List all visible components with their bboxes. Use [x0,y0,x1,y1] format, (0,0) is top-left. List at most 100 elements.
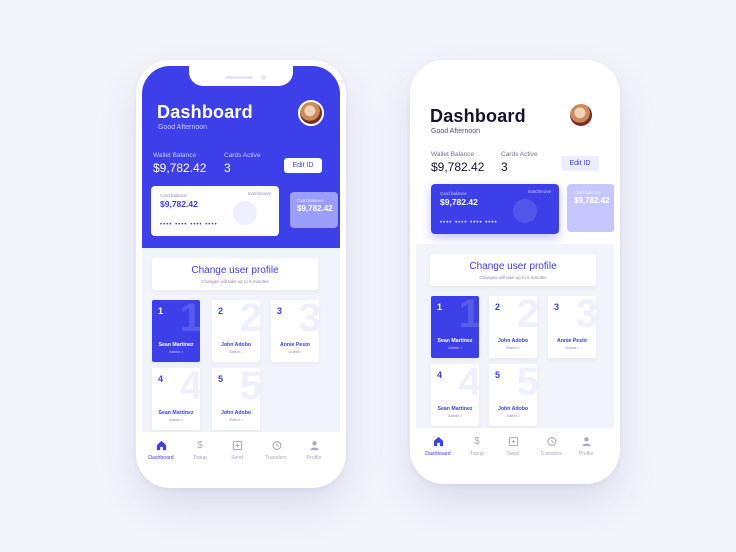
phone-white-variant: Dashboard Good Afternoon Wallet Balance … [410,60,620,484]
user-number-watermark: 1 [179,300,200,340]
card-decoration [233,201,257,225]
nav-item-topup[interactable]: $ Topup [459,436,495,457]
card-balance-label: Card balance [574,190,601,195]
user-card[interactable]: 4 4 Sean Martinez Admin • [152,368,200,430]
user-card[interactable]: 3 3 Annie Pesto Guest • [271,300,319,362]
change-profile-button[interactable]: Change user profile Changes will take up… [430,254,596,286]
bank-card-main[interactable]: Card balance $9,782.42 matchmove •••• ••… [431,184,559,234]
cards-active-value: 3 [501,160,508,174]
nav-label: Topup [469,451,485,457]
card-brand: matchmove [247,191,271,196]
user-name: Annie Pesto [557,338,587,344]
card-number-mask: •••• •••• •••• •••• [160,222,218,228]
user-role: Admin • [448,413,462,418]
user-name: John Adobo [220,410,252,416]
change-profile-subtitle: Changes will take up to 5 minutes [201,279,269,284]
wallet-balance-value: $9,782.42 [153,161,207,175]
send-icon [219,440,255,452]
page-title: Dashboard [430,106,526,126]
user-number-watermark: 5 [239,368,260,408]
user-number: 5 [218,374,224,384]
user-card[interactable]: 1 1 Sean Martinez Admin • [431,296,479,358]
card-balance-label: Card balance [160,193,187,198]
user-role: Editor • [229,349,243,354]
bank-card-next[interactable]: Card balance $9,782.42 [290,192,338,228]
change-profile-button[interactable]: Change user profile Changes will take up… [152,258,318,290]
user-role: Editor • [506,345,520,350]
user-card[interactable]: 2 2 John Adobo Editor • [489,296,537,358]
card-balance-value: $9,782.42 [440,197,478,207]
nav-label: Dashboard [148,455,174,461]
nav-item-dashboard[interactable]: Dashboard [143,440,179,461]
user-card[interactable]: 4 4 Sean Martinez Admin • [431,364,479,426]
phone-screen: Dashboard Good Afternoon Wallet Balance … [416,66,614,478]
user-number: 1 [437,302,443,312]
avatar[interactable] [298,100,324,126]
user-name: John Adobo [220,342,252,348]
nav-label: Topup [192,455,208,461]
user-card[interactable]: 3 3 Annie Pesto Guest • [548,296,596,358]
card-number-mask: •••• •••• •••• •••• [440,220,498,226]
home-icon [143,440,179,452]
card-balance-label: Card balance [297,198,324,203]
card-balance-label: Card balance [440,191,467,196]
users-section: Change user profile Changes will take up… [142,248,340,432]
user-number: 1 [158,306,164,316]
page-title: Dashboard [157,102,253,122]
edit-id-button[interactable]: Edit ID [284,158,322,173]
user-card[interactable]: 5 5 John Adobo Editor • [489,364,537,426]
nav-item-profile[interactable]: Profile [568,436,604,457]
nav-item-send[interactable]: Send [495,436,531,457]
cards-active-label: Cards Active [501,151,538,158]
bottom-nav: Dashboard $ Topup Send Transfers Profile [416,428,614,478]
nav-label: Profile [306,455,322,461]
user-name: Sean Martinez [437,338,473,344]
bank-card-main[interactable]: Card balance $9,782.42 matchmove •••• ••… [151,186,279,236]
nav-item-profile[interactable]: Profile [296,440,332,461]
user-number-watermark: 4 [179,368,200,408]
user-role: Admin • [169,349,183,354]
home-icon [420,436,456,448]
nav-label: Transfers [540,451,562,457]
nav-item-dashboard[interactable]: Dashboard [420,436,456,457]
nav-label: Send [506,451,520,457]
card-brand: matchmove [527,189,551,194]
send-icon [495,436,531,448]
user-number: 5 [495,370,501,380]
user-card[interactable]: 2 2 John Adobo Editor • [212,300,260,362]
nav-item-transfers[interactable]: Transfers [533,436,569,457]
user-number-watermark: 2 [516,296,537,336]
nav-label: Send [230,455,244,461]
user-number-watermark: 1 [458,296,479,336]
nav-label: Transfers [265,455,287,461]
nav-label: Dashboard [425,451,451,457]
change-profile-title: Change user profile [469,261,557,272]
user-number: 3 [554,302,560,312]
nav-item-topup[interactable]: $ Topup [182,440,218,461]
user-card[interactable]: 1 1 Sean Martinez Admin • [152,300,200,362]
nav-item-send[interactable]: Send [219,440,255,461]
user-number: 2 [495,302,501,312]
history-icon [533,436,569,448]
avatar[interactable] [568,102,594,128]
wallet-balance-label: Wallet Balance [431,151,475,158]
user-number: 2 [218,306,224,316]
user-icon [296,440,332,452]
cards-active-value: 3 [224,161,231,175]
user-role: Editor • [506,413,520,418]
card-balance-value: $9,782.42 [160,199,198,209]
user-card[interactable]: 5 5 John Adobo Editor • [212,368,260,430]
user-number: 4 [437,370,443,380]
edit-id-button[interactable]: Edit ID [561,156,599,171]
wallet-balance-label: Wallet Balance [153,152,197,159]
bank-card-next[interactable]: Card balance $9,782.42 [567,184,614,232]
dollar-icon: $ [197,440,203,451]
user-number-watermark: 3 [575,296,596,336]
greeting-text: Good Afternoon [158,124,208,131]
user-number-watermark: 2 [239,300,260,340]
user-name: Annie Pesto [280,342,310,348]
user-name: Sean Martinez [158,410,194,416]
nav-item-transfers[interactable]: Transfers [258,440,294,461]
user-number: 3 [277,306,283,316]
wallet-balance-value: $9,782.42 [431,160,485,174]
